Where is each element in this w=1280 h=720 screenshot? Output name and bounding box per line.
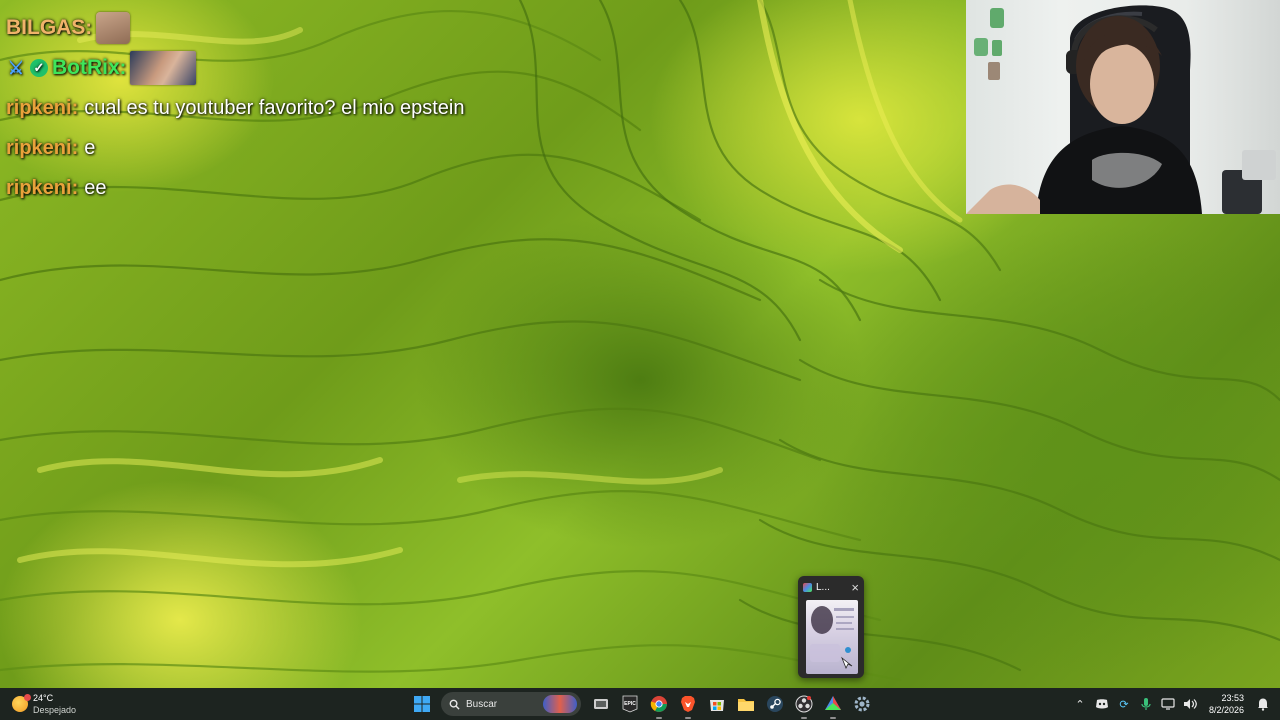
chat-username: BotRix bbox=[52, 56, 120, 79]
system-clock[interactable]: 23:53 8/2/2026 bbox=[1209, 692, 1244, 716]
search-label: Buscar bbox=[466, 698, 498, 710]
brave-icon bbox=[681, 696, 695, 712]
folder-icon bbox=[738, 699, 754, 711]
microsoft-store-icon bbox=[710, 700, 724, 711]
taskbar-apps: Buscar EPIC bbox=[410, 692, 879, 719]
chat-username: ripkeni bbox=[6, 97, 72, 119]
kick-app-button[interactable] bbox=[821, 692, 845, 719]
obs-button[interactable] bbox=[792, 692, 816, 719]
face-emote-icon bbox=[130, 51, 197, 85]
taskbar-thumbnail-preview[interactable]: L... × bbox=[798, 576, 864, 678]
svg-text:EPIC: EPIC bbox=[624, 701, 636, 707]
taskbar-search-box[interactable]: Buscar bbox=[441, 692, 581, 716]
windows-taskbar: 24°C Despejado Buscar EPIC ⌃ ⟳ 23:53 8/2… bbox=[0, 688, 1280, 720]
chat-message: ripkeni: cual es tu youtuber favorito? e… bbox=[6, 88, 606, 128]
verified-icon: ✓ bbox=[30, 59, 48, 77]
settings-icon bbox=[854, 696, 870, 712]
obs-icon bbox=[795, 695, 813, 713]
chat-text: ee bbox=[84, 177, 107, 199]
clock-time: 23:53 bbox=[1221, 693, 1244, 703]
network-tray-button[interactable] bbox=[1159, 695, 1177, 713]
cat-emote-icon bbox=[96, 12, 131, 44]
chat-message: ripkeni: e bbox=[6, 128, 606, 168]
weather-description: Despejado bbox=[33, 705, 77, 715]
clock-date: 8/2/2026 bbox=[1208, 705, 1244, 715]
webcam-scene bbox=[966, 5, 1276, 214]
chat-text: e bbox=[84, 137, 96, 159]
file-explorer-button[interactable] bbox=[734, 692, 758, 716]
stream-chat-overlay: BILGAS: ⚔ ✓ BotRix: ripkeni: cual es tu … bbox=[6, 8, 606, 208]
chat-username: BILGAS bbox=[6, 16, 86, 39]
chevron-up-icon: ⌃ bbox=[1075, 698, 1085, 711]
weather-widget[interactable]: 24°C Despejado bbox=[12, 692, 76, 716]
volume-tray-button[interactable] bbox=[1181, 695, 1199, 713]
chat-message: ripkeni: ee bbox=[6, 168, 606, 208]
discord-tray-button[interactable] bbox=[1093, 695, 1111, 713]
sync-icon: ⟳ bbox=[1119, 698, 1129, 711]
close-icon[interactable]: × bbox=[851, 580, 859, 595]
show-hidden-icons-button[interactable]: ⌃ bbox=[1071, 695, 1089, 713]
weather-icon bbox=[12, 694, 31, 712]
steam-icon bbox=[767, 696, 783, 712]
search-highlight-icon bbox=[543, 695, 577, 713]
system-tray: ⌃ ⟳ 23:53 8/2/2026 bbox=[1071, 688, 1280, 720]
epic-games-button[interactable]: EPIC bbox=[618, 692, 642, 716]
start-button[interactable] bbox=[410, 692, 434, 716]
network-icon bbox=[1161, 698, 1175, 710]
sword-icon: ⚔ bbox=[7, 58, 25, 78]
chat-message: BILGAS: bbox=[6, 8, 606, 48]
microsoft-store-button[interactable] bbox=[705, 692, 729, 716]
chat-username: ripkeni bbox=[6, 177, 72, 199]
chat-message: ⚔ ✓ BotRix: bbox=[6, 48, 606, 88]
discord-icon bbox=[1095, 699, 1108, 709]
task-view-button[interactable] bbox=[589, 692, 613, 716]
preview-title: L... bbox=[816, 581, 830, 593]
epic-games-icon: EPIC bbox=[622, 695, 638, 713]
chat-username: ripkeni bbox=[6, 137, 72, 159]
preview-thumbnail[interactable] bbox=[806, 600, 858, 674]
chat-text: cual es tu youtuber favorito? el mio eps… bbox=[84, 97, 465, 119]
chrome-button[interactable] bbox=[647, 692, 671, 719]
preview-header: L... × bbox=[798, 576, 864, 598]
search-icon bbox=[449, 699, 460, 710]
settings-button[interactable] bbox=[850, 692, 874, 716]
thumbnail-image bbox=[810, 606, 854, 669]
weather-temperature: 24°C bbox=[33, 693, 54, 703]
chrome-icon bbox=[650, 696, 667, 712]
steam-button[interactable] bbox=[763, 692, 787, 716]
kick-icon bbox=[803, 582, 812, 592]
volume-icon bbox=[1183, 699, 1197, 709]
kick-icon bbox=[825, 696, 841, 710]
task-view-icon bbox=[594, 699, 608, 709]
microphone-icon bbox=[1141, 698, 1151, 710]
microphone-tray-button[interactable] bbox=[1137, 695, 1155, 713]
notification-bell-icon bbox=[1258, 698, 1268, 711]
webcam-feed bbox=[966, 0, 1280, 214]
sync-tray-button[interactable]: ⟳ bbox=[1115, 695, 1133, 713]
notifications-button[interactable] bbox=[1254, 695, 1272, 713]
brave-button[interactable] bbox=[676, 692, 700, 719]
start-icon bbox=[414, 696, 430, 712]
